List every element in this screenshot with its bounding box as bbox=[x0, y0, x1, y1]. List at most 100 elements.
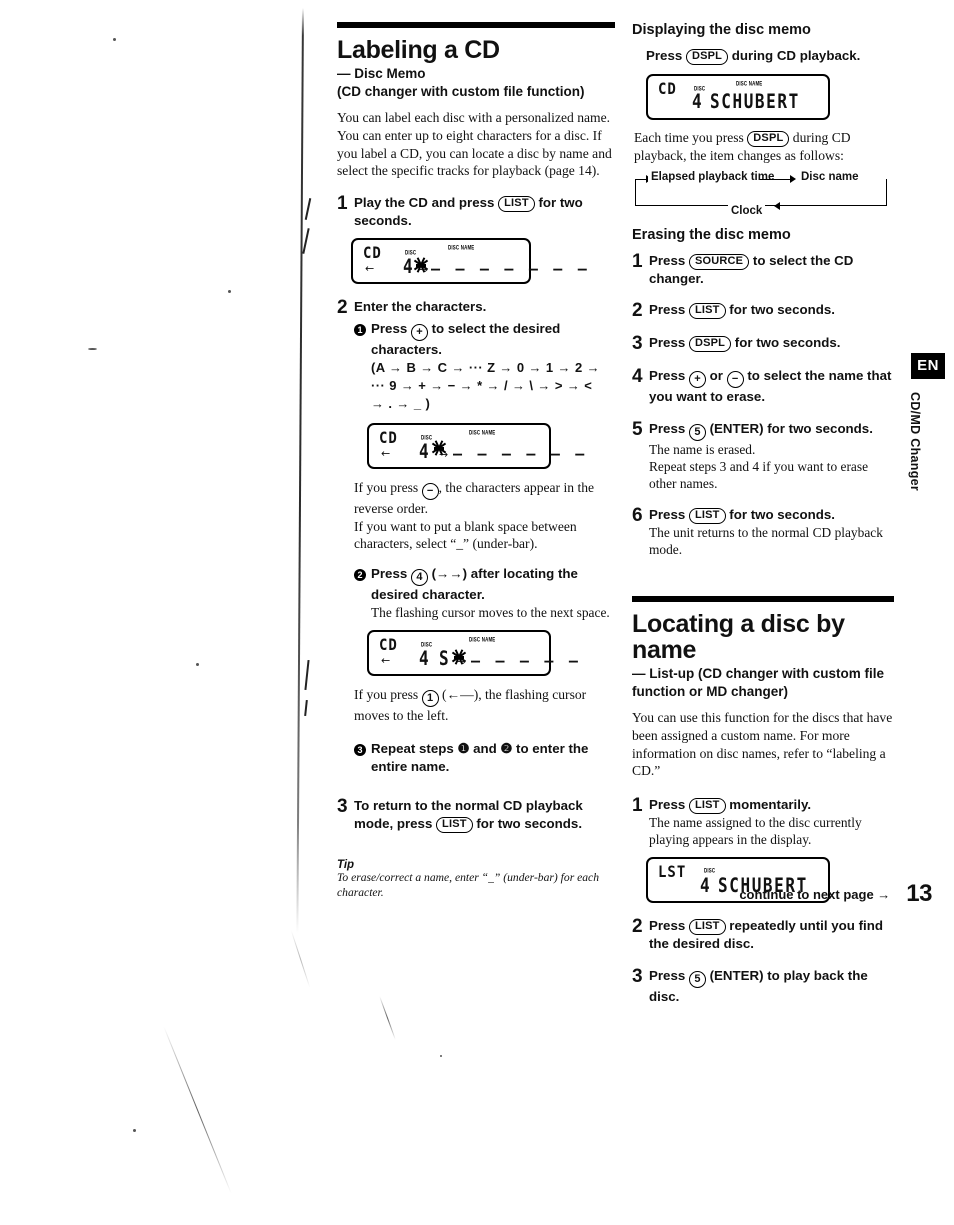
locate-step-1-pre: Press bbox=[649, 797, 689, 813]
left-column: Labeling a CD — Disc Memo (CD changer wi… bbox=[337, 22, 615, 900]
scan-speck bbox=[196, 663, 199, 666]
locate-step-3-pre: Press bbox=[649, 967, 689, 983]
step-1-text-pre: Play the CD and press bbox=[354, 194, 499, 210]
section-rule bbox=[337, 22, 615, 28]
page-subtitle-line2: (CD changer with custom file function) bbox=[337, 84, 585, 100]
scan-gutter-line bbox=[296, 7, 304, 933]
seek-back-button-key[interactable]: 1 bbox=[421, 689, 439, 707]
substep-bullet: 2 bbox=[354, 565, 371, 621]
lcd-display-3: CD DISC DISC NAME 4 S — — — — — ← → bbox=[367, 629, 578, 676]
substep-bullet: 1 bbox=[354, 320, 371, 414]
page-number: 13 bbox=[906, 880, 932, 907]
dspl-button-key[interactable]: DSPL bbox=[688, 336, 732, 353]
erase-step-2-pre: Press bbox=[649, 302, 689, 318]
lcd-disc-name-text: SCHUBERT bbox=[710, 90, 800, 113]
scan-artifact-nick bbox=[304, 699, 308, 717]
scan-speck bbox=[228, 290, 231, 293]
locate-step-1-note: The name assigned to the disc currently … bbox=[649, 815, 862, 848]
language-tab-en: EN bbox=[911, 353, 945, 379]
minus-button-key[interactable]: − bbox=[726, 371, 744, 389]
tip-text: To erase/correct a name, enter “_” (unde… bbox=[337, 870, 599, 899]
list-button-key[interactable]: LIST bbox=[436, 816, 473, 833]
lcd-disc-name-label: DISC NAME bbox=[469, 635, 496, 643]
dspl-button-key[interactable]: DSPL bbox=[685, 49, 729, 65]
substep-1-note-pre: If you press bbox=[354, 479, 422, 495]
lcd-display-2: CD DISC DISC NAME 4 — — — — — — ← → bbox=[367, 422, 584, 469]
step-2-title: Enter the characters. bbox=[354, 299, 487, 315]
plus-button-key[interactable]: + bbox=[410, 324, 428, 342]
right-column: Displaying the disc memo Press DSPL duri… bbox=[632, 22, 894, 1005]
cycle-arrow-left bbox=[774, 201, 780, 210]
list-button-key[interactable]: LIST bbox=[688, 303, 726, 320]
list-button-key[interactable]: LIST bbox=[688, 798, 726, 815]
erase-step-3-pre: Press bbox=[649, 335, 689, 351]
scan-speck bbox=[440, 1055, 442, 1057]
locate-step-1-post: momentarily. bbox=[725, 797, 812, 813]
lcd-mode-label: CD bbox=[379, 428, 398, 448]
intro-paragraph: You can label each disc with a personali… bbox=[337, 110, 612, 179]
character-sequence-line1: (A → B → C → ··· Z → 0 → 1 → 2 → bbox=[371, 359, 600, 375]
step-number: 5 bbox=[632, 418, 643, 440]
erase-step-4-mid: or bbox=[705, 368, 727, 384]
step-2: 2 Enter the characters. 1 Press + to sel… bbox=[337, 298, 615, 413]
section-rule bbox=[632, 595, 894, 602]
heading-erasing-disc-memo: Erasing the disc memo bbox=[632, 226, 791, 243]
scan-diagonal-artifact bbox=[290, 930, 311, 988]
cycle-arrow-right bbox=[790, 174, 796, 183]
plus-button-key[interactable]: + bbox=[688, 371, 706, 389]
list-button-key[interactable]: LIST bbox=[498, 195, 535, 212]
step-number: 1 bbox=[337, 192, 348, 214]
character-sequence-line3: → . → _ ) bbox=[371, 396, 431, 412]
lcd-dash-placeholders: — — — — — bbox=[471, 651, 582, 670]
erase-step-6-post: for two seconds. bbox=[725, 506, 835, 522]
scan-diagonal-artifact bbox=[163, 1026, 232, 1194]
erase-step-5-pre: Press bbox=[649, 420, 689, 436]
substep-3-title: Repeat steps ❶ and ❷ to enter the entire… bbox=[371, 741, 589, 774]
scan-artifact-nick bbox=[304, 659, 310, 691]
enter-button-key[interactable]: 5 bbox=[688, 970, 706, 988]
cycle-path bbox=[635, 178, 887, 206]
erase-step-2-post: for two seconds. bbox=[725, 302, 835, 318]
step-3-post: for two seconds. bbox=[472, 815, 583, 831]
lcd-display-1: CD DISC DISC NAME 4 — — — — — — — ← → bbox=[351, 238, 587, 285]
erase-step-6-note: The unit returns to the normal CD playba… bbox=[649, 524, 883, 557]
substep-1-pre: Press bbox=[371, 321, 411, 337]
lcd-left-arrow: ← bbox=[381, 653, 391, 667]
section3-subtitle-line1: — List-up (CD changer with custom file bbox=[632, 666, 885, 682]
section3-intro: You can use this function for the discs … bbox=[632, 710, 893, 779]
erase-step-5-note: The name is erased. Repeat steps 3 and 4… bbox=[649, 441, 869, 491]
scan-diagonal-artifact bbox=[379, 996, 396, 1040]
step-number: 2 bbox=[337, 297, 348, 319]
minus-button-key[interactable]: − bbox=[421, 482, 439, 500]
erase-step-4: 4 Press + or − to select the name that y… bbox=[632, 367, 894, 406]
list-button-key[interactable]: LIST bbox=[688, 919, 726, 936]
scan-speck bbox=[133, 1129, 136, 1132]
page-title: Labeling a CD bbox=[337, 36, 500, 64]
locate-step-2-pre: Press bbox=[649, 918, 689, 934]
cycle-label-disc-name: Disc name bbox=[798, 170, 862, 183]
step-3: 3 To return to the normal CD playback mo… bbox=[337, 797, 615, 833]
dspl-button-key[interactable]: DSPL bbox=[747, 131, 790, 147]
step-number: 4 bbox=[632, 366, 643, 388]
scan-speck bbox=[88, 348, 97, 350]
section-tab-label: CD/MD Changer bbox=[908, 392, 922, 492]
lcd-right-arrow: → bbox=[457, 654, 467, 668]
lcd-dash-placeholders: — — — — — — bbox=[453, 444, 588, 463]
heading-displaying-disc-memo: Displaying the disc memo bbox=[632, 22, 811, 38]
list-button-key[interactable]: LIST bbox=[688, 507, 726, 524]
substep-2-note: The flashing cursor moves to the next sp… bbox=[371, 604, 610, 620]
continue-note: continue to next page → bbox=[739, 886, 891, 902]
seek-forward-button-key[interactable]: 4 bbox=[410, 568, 428, 586]
substep-2-note2-pre: If you press bbox=[354, 686, 422, 702]
page-subtitle-line1: — Disc Memo bbox=[337, 66, 426, 82]
locate-step-3: 3 Press 5 (ENTER) to play back the disc. bbox=[632, 967, 894, 1006]
dspl-body-pre: Each time you press bbox=[634, 130, 748, 145]
lcd-mode-label: CD bbox=[658, 80, 677, 99]
lcd-disc-number: 4 bbox=[692, 90, 703, 113]
source-button-key[interactable]: SOURCE bbox=[688, 253, 750, 270]
enter-button-key[interactable]: 5 bbox=[688, 423, 706, 441]
scan-speck bbox=[113, 38, 116, 41]
page-footer: continue to next page → 13 bbox=[632, 880, 932, 908]
lcd-mode-label: CD bbox=[379, 635, 398, 654]
step-number: 1 bbox=[632, 795, 643, 817]
